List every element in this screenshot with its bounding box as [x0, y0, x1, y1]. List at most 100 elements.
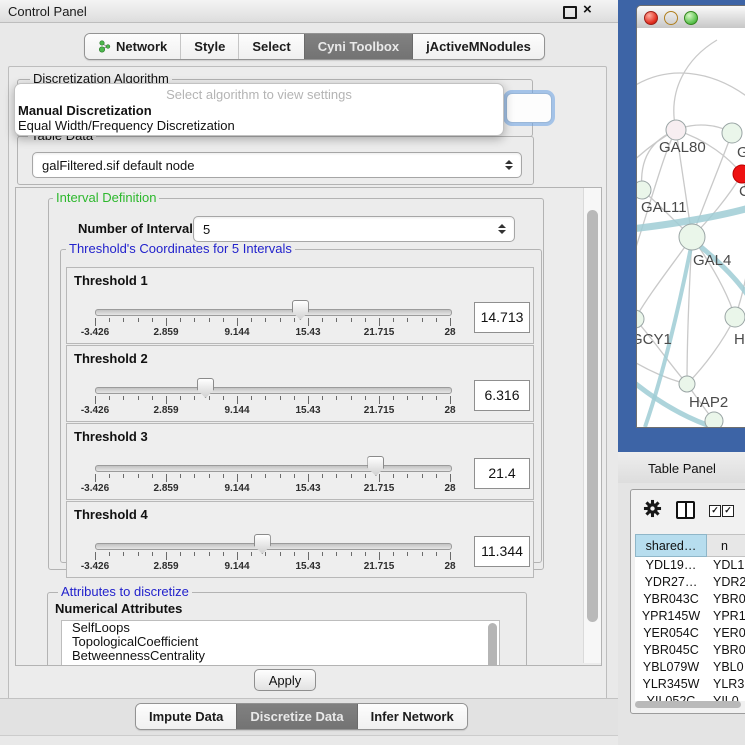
tab-select[interactable]: Select — [238, 34, 303, 59]
table-cell[interactable]: YBL079W — [635, 659, 707, 676]
table-cell[interactable]: YIL0 — [707, 693, 745, 701]
list-item[interactable]: TopologicalCoefficient — [62, 635, 499, 649]
table-header-row: shared…n — [635, 534, 745, 557]
mac-zoom-button[interactable] — [684, 11, 698, 25]
network-node[interactable] — [666, 120, 686, 140]
mac-minimize-button[interactable] — [664, 11, 678, 25]
table-row[interactable]: YPR145WYPR1 — [635, 608, 745, 625]
node-attribute-table[interactable]: shared…nYDL19…YDL1YDR27…YDR2YBR043CYBR0Y… — [635, 534, 745, 701]
split-view-icon[interactable] — [676, 501, 695, 519]
table-row[interactable]: YDR27…YDR2 — [635, 574, 745, 591]
tick-mark — [407, 396, 408, 400]
threshold-value-field[interactable]: 11.344 — [474, 536, 530, 567]
horizontal-scrollbar[interactable] — [635, 701, 745, 709]
checkbox-icon[interactable]: ✓ — [709, 505, 721, 517]
tick-mark — [152, 396, 153, 400]
table-cell[interactable]: YPR1 — [707, 608, 745, 625]
table-cell[interactable]: YDL1 — [707, 557, 745, 574]
table-cell[interactable]: YBR0 — [707, 642, 745, 659]
tab-jactivemnodules[interactable]: jActiveMNodules — [412, 34, 544, 59]
table-row[interactable]: YBR043CYBR0 — [635, 591, 745, 608]
table-data-combobox[interactable]: galFiltered.sif default node — [32, 152, 522, 178]
list-item[interactable]: SelfLoops — [62, 621, 499, 635]
checkbox-icon[interactable]: ✓ — [722, 505, 734, 517]
table-cell[interactable]: YER0 — [707, 625, 745, 642]
algorithm-combobox[interactable] — [506, 93, 552, 123]
column-header-name[interactable]: n — [707, 534, 745, 557]
tick-mark — [393, 552, 394, 556]
tick-label: 2.859 — [153, 561, 178, 572]
network-node[interactable] — [733, 165, 745, 183]
table-cell[interactable]: YER054C — [635, 625, 707, 642]
threshold-value-field[interactable]: 21.4 — [474, 458, 530, 489]
tick-mark — [393, 396, 394, 400]
table-cell[interactable]: YPR145W — [635, 608, 707, 625]
slider-tick-labels: -3.4262.8599.14415.4321.71528 — [95, 405, 451, 416]
control-panel-titlebar: Control Panel × — [0, 0, 618, 23]
table-cell[interactable]: YBR045C — [635, 642, 707, 659]
table-cell[interactable]: YDL19… — [635, 557, 707, 574]
threshold-value-field[interactable]: 14.713 — [474, 302, 530, 333]
tick-mark — [152, 318, 153, 322]
vertical-scrollbar[interactable] — [583, 188, 601, 663]
network-node[interactable] — [679, 224, 705, 250]
table-row[interactable]: YER054CYER0 — [635, 625, 745, 642]
tick-mark — [322, 318, 323, 322]
tab-impute-data[interactable]: Impute Data — [136, 704, 236, 729]
slider-track[interactable] — [95, 387, 452, 394]
table-cell[interactable]: YLR345W — [635, 676, 707, 693]
scrollbar-thumb[interactable] — [587, 210, 598, 622]
table-row[interactable]: YBL079WYBL0 — [635, 659, 745, 676]
slider-track[interactable] — [95, 543, 452, 550]
network-node[interactable] — [705, 412, 723, 427]
numerical-attributes-list[interactable]: SelfLoopsTopologicalCoefficientBetweenne… — [61, 620, 500, 666]
tab-network[interactable]: Network — [85, 34, 180, 59]
network-node[interactable] — [725, 307, 745, 327]
table-cell[interactable]: YDR2 — [707, 574, 745, 591]
column-header-shared-name[interactable]: shared… — [635, 534, 707, 557]
settings-gear-icon[interactable] — [643, 499, 662, 518]
mac-close-button[interactable] — [644, 11, 658, 25]
tab-discretize-data[interactable]: Discretize Data — [236, 704, 356, 729]
dropdown-item[interactable]: Manual Discretization — [15, 103, 503, 118]
table-row[interactable]: YDL19…YDL1 — [635, 557, 745, 574]
network-canvas[interactable]: GAL80GACGAL11GAL4GCY1HHAP2 — [637, 28, 745, 427]
threshold-value-field[interactable]: 6.316 — [474, 380, 530, 411]
network-node[interactable] — [637, 310, 644, 328]
tab-style[interactable]: Style — [180, 34, 238, 59]
table-cell[interactable]: YBR043C — [635, 591, 707, 608]
network-node[interactable] — [679, 376, 695, 392]
dropdown-item[interactable]: Equal Width/Frequency Discretization — [15, 118, 503, 133]
table-row[interactable]: YBR045CYBR0 — [635, 642, 745, 659]
slider-handle[interactable] — [254, 534, 271, 554]
tick-label: -3.426 — [81, 327, 109, 338]
list-scrollbar[interactable] — [488, 623, 498, 666]
tab-cyni-toolbox[interactable]: Cyni Toolbox — [304, 34, 412, 59]
number-of-intervals-combobox[interactable]: 5 — [193, 216, 515, 242]
tab-infer-network[interactable]: Infer Network — [357, 704, 467, 729]
slider-handle[interactable] — [367, 456, 384, 476]
table-cell[interactable]: YIL052C — [635, 693, 707, 701]
list-item[interactable]: BetweennessCentrality — [62, 649, 499, 663]
scrollbar-thumb[interactable] — [635, 701, 741, 708]
table-cell[interactable]: YBL0 — [707, 659, 745, 676]
slider-handle[interactable] — [197, 378, 214, 398]
table-data-group: Table Data galFiltered.sif default node — [17, 136, 534, 185]
close-icon[interactable]: × — [583, 1, 592, 19]
table-cell[interactable]: YLR3 — [707, 676, 745, 693]
float-window-icon[interactable] — [563, 6, 577, 19]
network-node[interactable] — [722, 123, 742, 143]
slider-track[interactable] — [95, 309, 452, 316]
apply-button[interactable]: Apply — [254, 669, 316, 691]
network-node[interactable] — [637, 181, 651, 199]
tick-label: 21.715 — [364, 405, 395, 416]
combo-spinner-icon — [504, 160, 513, 170]
network-window-titlebar[interactable] — [637, 6, 745, 29]
slider-track[interactable] — [95, 465, 452, 472]
tick-mark — [393, 318, 394, 322]
table-cell[interactable]: YBR0 — [707, 591, 745, 608]
table-row[interactable]: YLR345WYLR3 — [635, 676, 745, 693]
table-cell[interactable]: YDR27… — [635, 574, 707, 591]
table-row[interactable]: YIL052CYIL0 — [635, 693, 745, 701]
slider-handle[interactable] — [292, 300, 309, 320]
